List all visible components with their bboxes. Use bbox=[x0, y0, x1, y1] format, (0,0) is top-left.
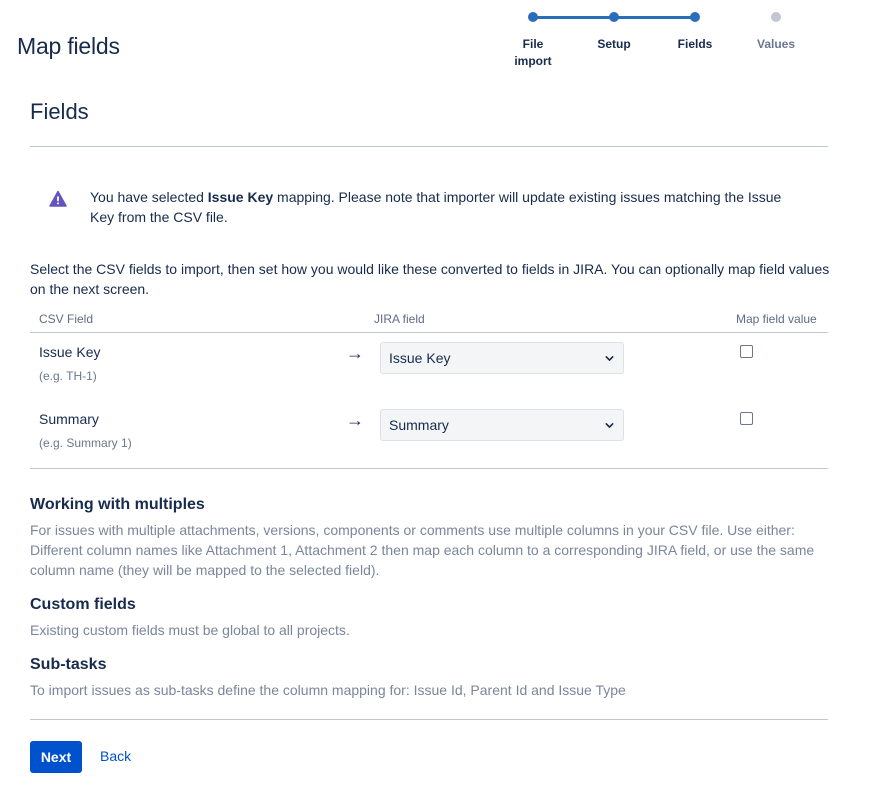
map-field-value-checkbox[interactable] bbox=[740, 412, 753, 425]
working-with-multiples-heading: Working with multiples bbox=[30, 496, 205, 513]
table-row: Issue Key (e.g. TH-1) → Issue Key bbox=[30, 333, 828, 400]
intro-text: Select the CSV fields to import, then se… bbox=[30, 261, 830, 297]
custom-fields-heading: Custom fields bbox=[30, 596, 136, 613]
step-dot-icon bbox=[528, 12, 538, 22]
jira-field-select[interactable]: Summary bbox=[380, 409, 624, 441]
step-dot-icon bbox=[609, 12, 619, 22]
section-divider bbox=[30, 146, 828, 147]
chevron-down-icon bbox=[605, 356, 614, 361]
page-title: Map fields bbox=[17, 33, 120, 59]
table-row: Summary (e.g. Summary 1) → Summary bbox=[30, 400, 828, 467]
progress-tracker: File import Setup Fields Values bbox=[492, 8, 817, 78]
csv-field-example: (e.g. Summary 1) bbox=[39, 436, 132, 450]
sub-tasks-text: To import issues as sub-tasks define the… bbox=[30, 682, 626, 698]
step-dot-icon bbox=[690, 12, 700, 22]
csv-field-name: Summary bbox=[39, 411, 99, 427]
arrow-right-icon: → bbox=[346, 343, 364, 363]
step-label: Setup bbox=[597, 37, 631, 51]
sub-tasks-heading: Sub-tasks bbox=[30, 656, 107, 673]
column-header-jira-field: JIRA field bbox=[374, 312, 425, 326]
table-bottom-divider bbox=[30, 468, 828, 469]
section-title: Fields bbox=[30, 99, 89, 124]
step-label: File import bbox=[514, 37, 552, 68]
csv-field-name: Issue Key bbox=[39, 344, 101, 360]
warning-text: You have selected Issue Key mapping. Ple… bbox=[90, 187, 790, 227]
warning-icon bbox=[49, 190, 67, 207]
arrow-right-icon: → bbox=[346, 410, 364, 430]
next-button[interactable]: Next bbox=[30, 741, 82, 773]
custom-fields-text: Existing custom fields must be global to… bbox=[30, 622, 350, 638]
warning-text-bold: Issue Key bbox=[207, 189, 274, 205]
column-header-csv-field: CSV Field bbox=[39, 312, 94, 326]
jira-field-select[interactable]: Issue Key bbox=[380, 342, 624, 374]
working-with-multiples-text: For issues with multiple attachments, ve… bbox=[30, 522, 815, 578]
warning-message: You have selected Issue Key mapping. Ple… bbox=[30, 178, 828, 236]
csv-field-example: (e.g. TH-1) bbox=[39, 369, 97, 383]
column-header-map-value: Map field value bbox=[736, 312, 817, 326]
step-label: Values bbox=[756, 37, 796, 51]
warning-text-before: You have selected bbox=[90, 189, 208, 205]
back-link[interactable]: Back bbox=[100, 748, 131, 764]
step-label: Fields bbox=[677, 37, 713, 51]
chevron-down-icon bbox=[605, 423, 614, 428]
select-value: Issue Key bbox=[389, 350, 451, 366]
map-field-value-checkbox[interactable] bbox=[740, 345, 753, 358]
step-dot-icon bbox=[771, 12, 781, 22]
select-value: Summary bbox=[389, 417, 449, 433]
footer-divider bbox=[30, 719, 828, 720]
